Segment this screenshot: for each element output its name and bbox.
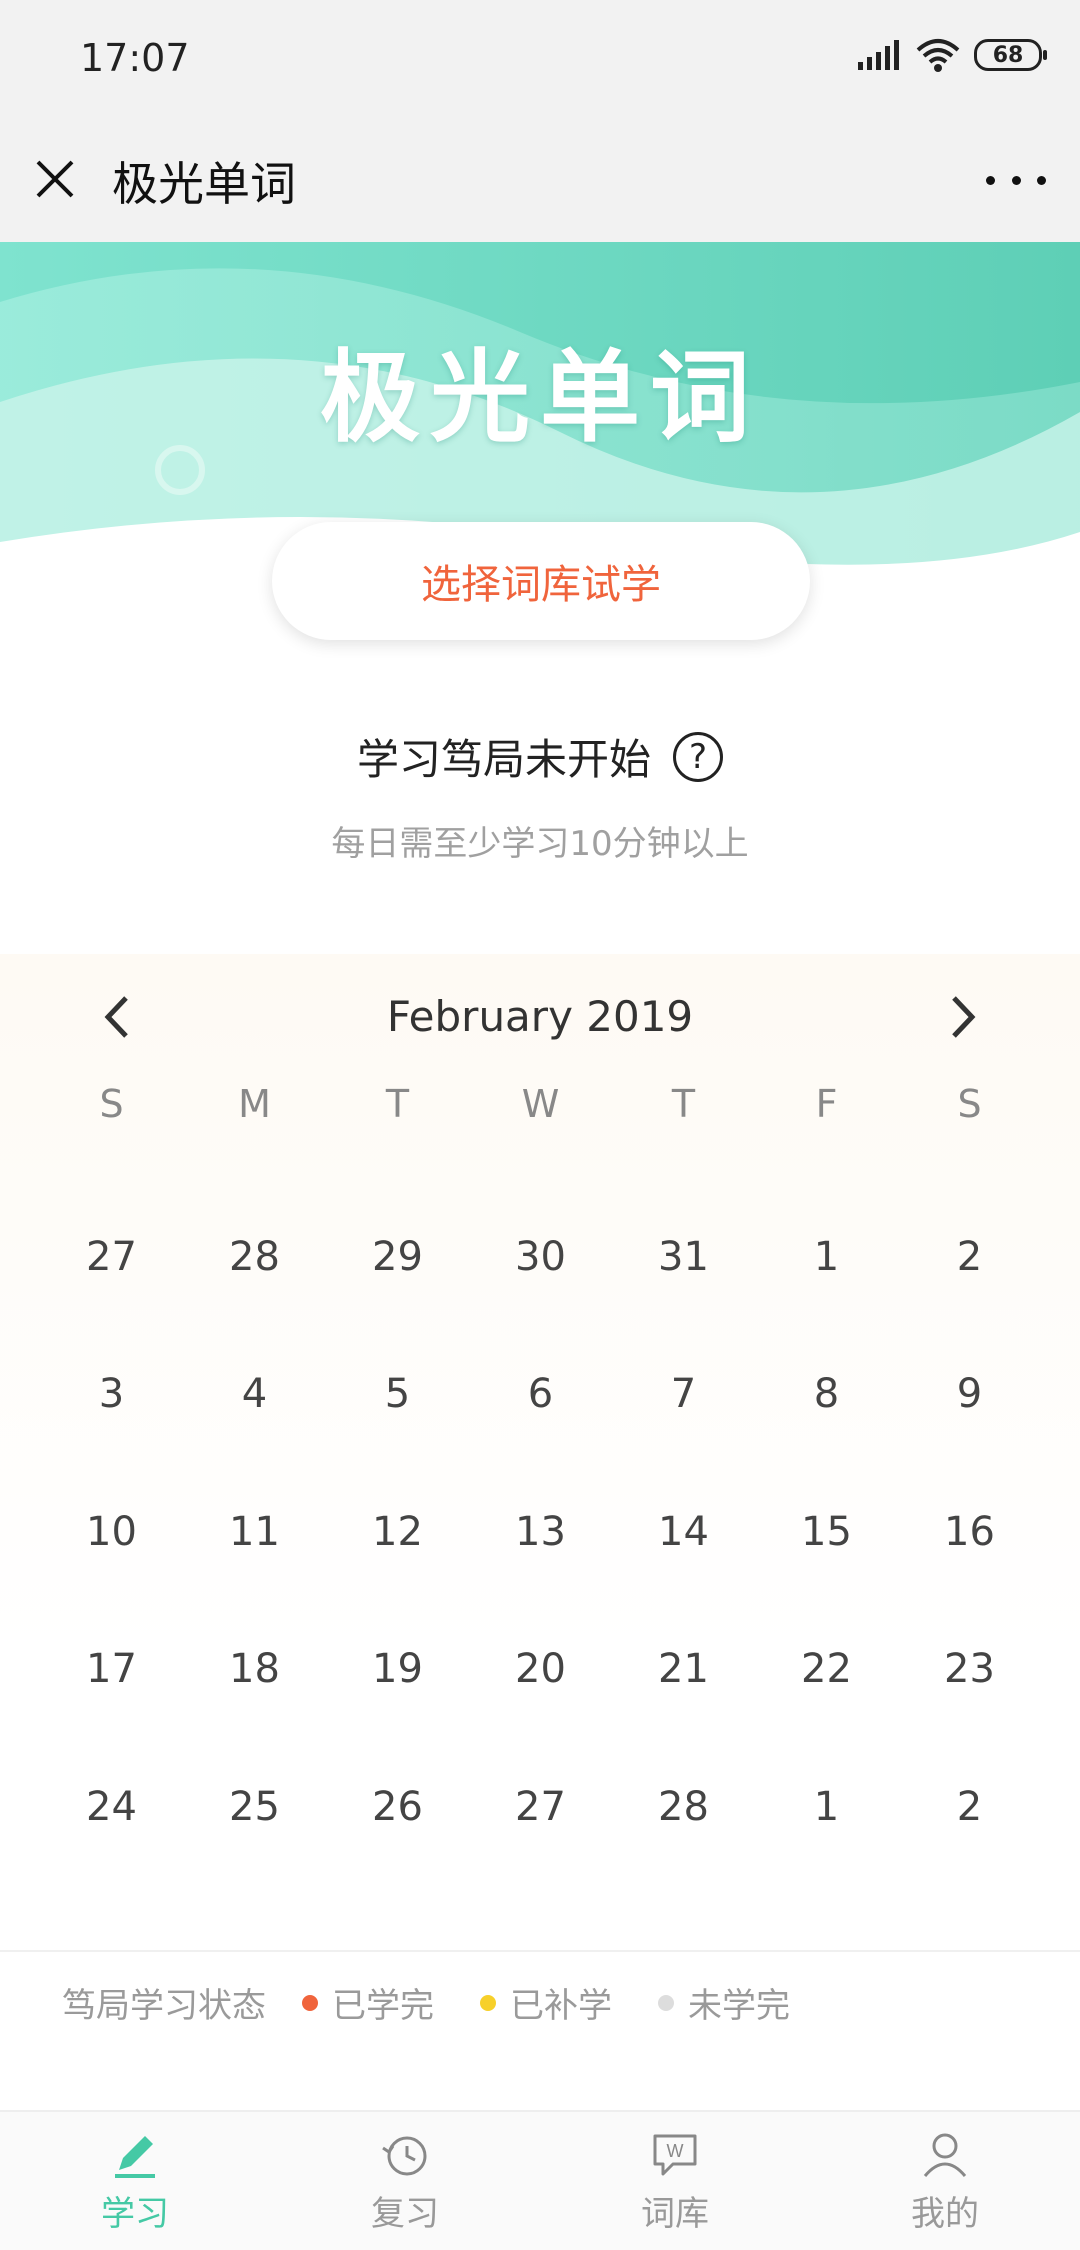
more-dot-icon: [986, 175, 995, 185]
nav-label: 复习: [371, 2194, 439, 2234]
calendar-day[interactable]: 29: [326, 1188, 469, 1326]
calendar-day[interactable]: 31: [612, 1188, 755, 1326]
calendar-days: 27 28 29 30 31 1 2 3 4 5 6 7 8 9 10 11 1…: [40, 1188, 1040, 1876]
calendar-day[interactable]: 27: [469, 1738, 612, 1876]
calendar-day[interactable]: 8: [755, 1326, 898, 1464]
legend-item-completed: 已学完: [302, 1978, 434, 2027]
pencil-icon: [115, 2136, 155, 2178]
nav-label: 词库: [641, 2194, 709, 2234]
weekday-label: S: [99, 1082, 124, 1126]
calendar-day[interactable]: 28: [612, 1738, 755, 1876]
legend-title: 笃局学习状态: [62, 1986, 266, 2026]
more-options-button[interactable]: [986, 160, 1046, 200]
signal-icon: [858, 40, 899, 70]
completed-dot-icon: [302, 1994, 318, 2011]
status-bar: 17:07 68: [0, 0, 1080, 118]
wifi-icon: [916, 39, 960, 72]
calendar-day[interactable]: 17: [40, 1601, 183, 1739]
nav-item-review[interactable]: 复习: [270, 2112, 540, 2250]
legend-label: 已补学: [510, 1986, 612, 2026]
hero-title: 极光单词: [320, 339, 760, 456]
calendar-day[interactable]: 30: [469, 1188, 612, 1326]
nav-item-me[interactable]: 我的: [810, 2112, 1080, 2250]
title-bar: 极光单词: [0, 118, 1080, 242]
calendar-day[interactable]: 14: [612, 1463, 755, 1601]
calendar-header: February 2019: [0, 954, 1080, 1078]
calendar-day[interactable]: 16: [898, 1463, 1041, 1601]
calendar-day[interactable]: 5: [326, 1326, 469, 1464]
weekday-label: T: [671, 1082, 696, 1126]
select-wordbank-trial-button[interactable]: 选择词库试学: [272, 522, 810, 640]
nav-item-study[interactable]: 学习: [0, 2112, 270, 2250]
calendar-day[interactable]: 12: [326, 1463, 469, 1601]
status-time: 17:07: [80, 36, 190, 80]
weekday-label: M: [238, 1082, 271, 1126]
weekday-row: S M T W T F S: [0, 1064, 1080, 1144]
calendar-day[interactable]: 20: [469, 1601, 612, 1739]
calendar-day[interactable]: 1: [755, 1188, 898, 1326]
calendar-day[interactable]: 1: [755, 1738, 898, 1876]
nav-label: 学习: [101, 2194, 169, 2234]
close-icon[interactable]: [30, 154, 80, 204]
bottom-nav: 学习 复习 W 词库 我的: [0, 2110, 1080, 2250]
calendar-month: February 2019: [386, 992, 694, 1041]
calendar-day[interactable]: 10: [40, 1463, 183, 1601]
calendar-day[interactable]: 15: [755, 1463, 898, 1601]
more-dot-icon: [1011, 175, 1021, 185]
calendar-day[interactable]: 24: [40, 1738, 183, 1876]
user-icon: [923, 2133, 967, 2177]
calendar-day[interactable]: 2: [898, 1738, 1041, 1876]
calendar-day[interactable]: 11: [183, 1463, 326, 1601]
chevron-right-icon[interactable]: [940, 992, 984, 1042]
history-icon: [382, 2136, 427, 2176]
more-dot-icon: [1037, 175, 1046, 185]
nav-label: 我的: [911, 2194, 979, 2234]
weekday-label: F: [815, 1082, 838, 1126]
calendar-day[interactable]: 2: [898, 1188, 1041, 1326]
streak-legend: 笃局学习状态 已学完 已补学 未学完: [62, 1978, 836, 2027]
calendar-day[interactable]: 21: [612, 1601, 755, 1739]
word-bubble-icon: W: [653, 2134, 697, 2176]
streak-subtitle: 每日需至少学习10分钟以上: [331, 824, 749, 864]
calendar-day[interactable]: 28: [183, 1188, 326, 1326]
calendar-day[interactable]: 13: [469, 1463, 612, 1601]
calendar-day[interactable]: 19: [326, 1601, 469, 1739]
battery-icon: 68: [974, 39, 1047, 71]
calendar: February 2019 S M T W T F S 27 28 29 30 …: [0, 954, 1080, 1950]
calendar-day[interactable]: 27: [40, 1188, 183, 1326]
incomplete-dot-icon: [658, 1994, 674, 2011]
calendar-day[interactable]: 9: [898, 1326, 1041, 1464]
calendar-day[interactable]: 18: [183, 1601, 326, 1739]
calendar-day[interactable]: 4: [183, 1326, 326, 1464]
status-icons: 68: [858, 38, 1047, 72]
help-icon[interactable]: ?: [673, 731, 723, 782]
calendar-day[interactable]: 26: [326, 1738, 469, 1876]
calendar-day[interactable]: 3: [40, 1326, 183, 1464]
app-title: 极光单词: [112, 157, 296, 211]
calendar-day[interactable]: 22: [755, 1601, 898, 1739]
legend-item-incomplete: 未学完: [658, 1978, 790, 2027]
weekday-label: T: [385, 1082, 410, 1126]
legend-item-makeup: 已补学: [480, 1978, 612, 2027]
calendar-day[interactable]: 6: [469, 1326, 612, 1464]
calendar-day[interactable]: 7: [612, 1326, 755, 1464]
divider: [0, 1950, 1080, 1952]
calendar-day[interactable]: 25: [183, 1738, 326, 1876]
legend-label: 已学完: [332, 1986, 434, 2026]
calendar-day[interactable]: 23: [898, 1601, 1041, 1739]
weekday-label: W: [521, 1082, 560, 1126]
legend-label: 未学完: [688, 1986, 790, 2026]
nav-item-wordbank[interactable]: W 词库: [540, 2112, 810, 2250]
streak-status: 学习笃局未开始 ?: [0, 726, 1080, 787]
svg-text:W: W: [667, 2141, 684, 2161]
streak-title: 学习笃局未开始: [356, 735, 651, 784]
makeup-dot-icon: [480, 1994, 496, 2011]
weekday-label: S: [957, 1082, 982, 1126]
